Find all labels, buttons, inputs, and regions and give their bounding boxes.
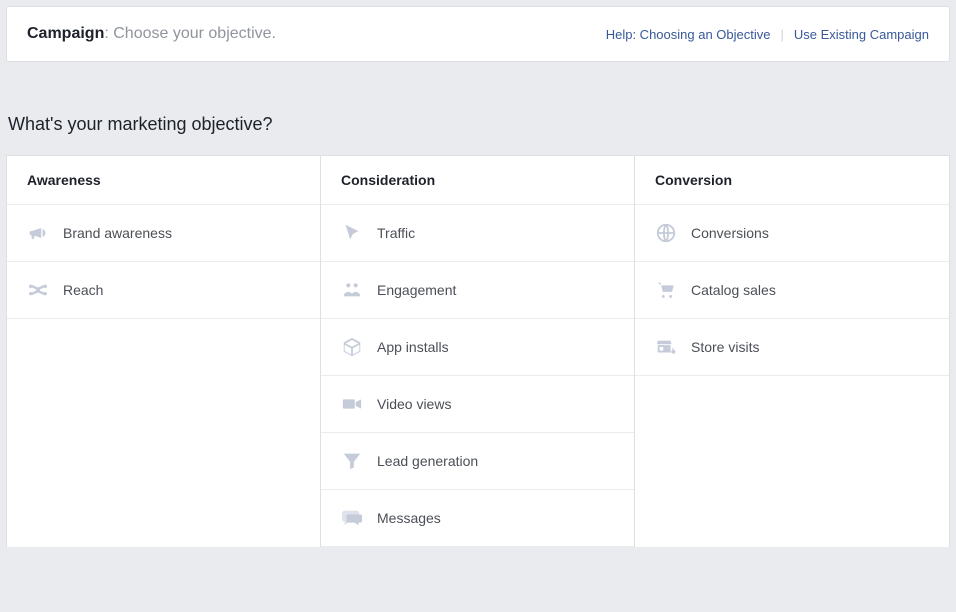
column-heading-conversion: Conversion	[635, 156, 949, 205]
objective-grid: Awareness Brand awareness Reach Consider…	[6, 155, 950, 547]
video-icon	[341, 393, 363, 415]
divider: |	[780, 27, 783, 42]
messages-icon	[341, 507, 363, 529]
objective-label: Messages	[377, 510, 441, 526]
objective-label: Store visits	[691, 339, 759, 355]
store-icon	[655, 336, 677, 358]
objective-label: Traffic	[377, 225, 415, 241]
objective-label: Conversions	[691, 225, 769, 241]
engagement-icon	[341, 279, 363, 301]
column-heading-awareness: Awareness	[7, 156, 320, 205]
objective-label: Lead generation	[377, 453, 478, 469]
funnel-icon	[341, 450, 363, 472]
objective-brand-awareness[interactable]: Brand awareness	[7, 205, 320, 262]
megaphone-icon	[27, 222, 49, 244]
objective-reach[interactable]: Reach	[7, 262, 320, 319]
objective-traffic[interactable]: Traffic	[321, 205, 634, 262]
campaign-header: Campaign: Choose your objective. Help: C…	[6, 6, 950, 62]
box-icon	[341, 336, 363, 358]
column-heading-consideration: Consideration	[321, 156, 634, 205]
objective-lead-generation[interactable]: Lead generation	[321, 433, 634, 490]
column-consideration: Consideration Traffic Engagement	[321, 156, 635, 547]
globe-icon	[655, 222, 677, 244]
objective-label: Catalog sales	[691, 282, 776, 298]
campaign-title-rest: : Choose your objective.	[104, 25, 276, 42]
column-awareness: Awareness Brand awareness Reach	[7, 156, 321, 547]
reach-icon	[27, 279, 49, 301]
column-conversion: Conversion Conversions Catalog sales	[635, 156, 949, 547]
objective-conversions[interactable]: Conversions	[635, 205, 949, 262]
use-existing-link[interactable]: Use Existing Campaign	[794, 27, 929, 42]
objective-messages[interactable]: Messages	[321, 490, 634, 547]
objective-label: Video views	[377, 396, 451, 412]
objective-label: Engagement	[377, 282, 456, 298]
objective-video-views[interactable]: Video views	[321, 376, 634, 433]
section-title: What's your marketing objective?	[8, 114, 950, 135]
objective-catalog-sales[interactable]: Catalog sales	[635, 262, 949, 319]
header-actions: Help: Choosing an Objective | Use Existi…	[606, 27, 929, 42]
cursor-icon	[341, 222, 363, 244]
objective-app-installs[interactable]: App installs	[321, 319, 634, 376]
objective-label: Brand awareness	[63, 225, 172, 241]
campaign-title-strong: Campaign	[27, 25, 104, 42]
cart-icon	[655, 279, 677, 301]
campaign-title: Campaign: Choose your objective.	[27, 25, 276, 43]
objective-store-visits[interactable]: Store visits	[635, 319, 949, 376]
objective-label: Reach	[63, 282, 103, 298]
objective-label: App installs	[377, 339, 449, 355]
objective-engagement[interactable]: Engagement	[321, 262, 634, 319]
help-link[interactable]: Help: Choosing an Objective	[606, 27, 771, 42]
